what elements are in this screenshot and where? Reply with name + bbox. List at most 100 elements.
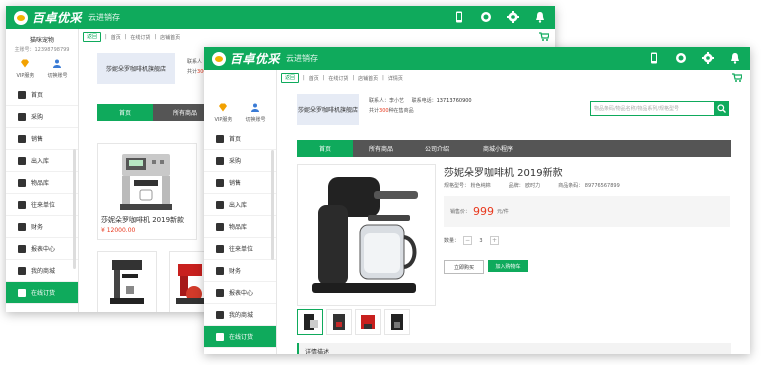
product-brand: 品牌： 欧时力 — [508, 183, 541, 189]
sidebar-item-home[interactable]: 首页 — [6, 84, 78, 106]
breadcrumb-home[interactable]: 首页 — [111, 34, 121, 41]
red-machine-image — [176, 264, 204, 304]
vip-service-button[interactable]: VIP服务 — [17, 59, 34, 79]
sales-icon — [216, 178, 224, 187]
phone-number: 13713760900 — [436, 98, 472, 104]
purchase-icon — [18, 112, 26, 121]
sidebar-item-stock-io[interactable]: 出入库 — [6, 150, 78, 172]
cart-icon[interactable] — [539, 32, 549, 41]
sidebar-item-online-order[interactable]: 在线订货 — [204, 326, 276, 348]
quantity-stepper: 数量： − 3 + — [444, 236, 500, 245]
breadcrumb-home[interactable]: 首页 — [309, 75, 319, 82]
thumbnail[interactable] — [297, 309, 323, 335]
sidebar-menu: 首页 采购 销售 出入库 物品库 往来单位 财务 报表中心 我的商城 在线订货 — [6, 84, 78, 304]
phone-label: 联系电话： — [411, 98, 437, 104]
sidebar-item-label: 往来单位 — [31, 202, 56, 209]
store-logo: 莎妮朵罗咖啡机旗舰店 — [297, 94, 359, 125]
tab-home[interactable]: 首页 — [97, 104, 153, 121]
phone-icon[interactable] — [647, 51, 661, 65]
breadcrumb-sep: | — [382, 75, 384, 81]
gear-icon[interactable] — [506, 10, 520, 24]
contact-person: 联系人：李小艺 — [369, 98, 405, 104]
sidebar: 猫咪宠物 主账号：12398798799 VIP服务 切换账号 首页 采购 销售… — [6, 29, 79, 312]
coffee-machine-image — [120, 154, 172, 210]
sidebar-item-label: 报表中心 — [229, 290, 254, 297]
thumbnail[interactable] — [355, 309, 381, 335]
sidebar-item-finance[interactable]: 财务 — [6, 216, 78, 238]
sidebar-item-stock-io[interactable]: 出入库 — [204, 194, 276, 216]
switch-account-button[interactable]: 切换账号 — [47, 59, 67, 79]
bell-ring-icon[interactable] — [674, 51, 688, 65]
tab-home[interactable]: 首页 — [297, 140, 353, 157]
vip-service-button[interactable]: VIP服务 — [215, 103, 232, 123]
top-bar: 百卓优采 云进销存 — [204, 47, 750, 70]
add-to-cart-button[interactable]: 加入购物车 — [488, 260, 528, 272]
qty-value[interactable]: 3 — [476, 238, 486, 244]
back-button[interactable]: 返回 — [83, 32, 102, 42]
sidebar-item-purchase[interactable]: 采购 — [204, 150, 276, 172]
qty-decrease-button[interactable]: − — [463, 236, 473, 245]
buy-now-button[interactable]: 立即购买 — [444, 260, 484, 274]
qty-increase-button[interactable]: + — [490, 236, 500, 245]
quick-actions: VIP服务 切换账号 — [6, 59, 78, 79]
logo-mark-icon — [14, 10, 28, 25]
sidebar-item-my-mall[interactable]: 我的商城 — [6, 260, 78, 282]
sidebar-item-items[interactable]: 物品库 — [6, 172, 78, 194]
back-button[interactable]: 返回 — [281, 73, 300, 83]
quick-actions: VIP服务 切换账号 — [204, 103, 276, 123]
breadcrumb-store-home[interactable]: 店铺首页 — [358, 75, 378, 82]
thumbnail[interactable] — [326, 309, 352, 335]
sidebar-scrollbar[interactable] — [271, 150, 274, 260]
tab-mini-program[interactable]: 商城小程序 — [465, 140, 531, 157]
search-button[interactable] — [714, 101, 729, 116]
sidebar-item-reports[interactable]: 报表中心 — [204, 282, 276, 304]
breadcrumb-online-order[interactable]: 在线订货 — [328, 75, 348, 82]
report-icon — [216, 288, 224, 297]
switch-label: 切换账号 — [245, 117, 266, 123]
cart-icon[interactable] — [732, 73, 742, 82]
tab-all-products[interactable]: 所有商品 — [353, 140, 409, 157]
thumbnail[interactable] — [384, 309, 410, 335]
sidebar-scrollbar[interactable] — [73, 149, 76, 269]
product-meta: 规格型号： 粉色纯棉 品牌： 欧时力 商品条码： 89776567899 — [444, 182, 620, 189]
breadcrumb: 返回 | 首页 | 在线订货 | 店铺首页 | 详情页 — [277, 70, 750, 86]
contact-row: 联系人：李小艺 联系电话：13713760900 — [369, 96, 472, 106]
brand-logo: 百卓优采 云进销存 — [14, 9, 120, 26]
price-box: 销售价： 999 元/件 — [444, 196, 730, 227]
sidebar-item-items[interactable]: 物品库 — [204, 216, 276, 238]
sidebar-item-purchase[interactable]: 采购 — [6, 106, 78, 128]
breadcrumb-sep: | — [303, 75, 305, 81]
tab-company-intro[interactable]: 公司介绍 — [409, 140, 465, 157]
sidebar-item-home[interactable]: 首页 — [204, 128, 276, 150]
product-card[interactable] — [97, 251, 157, 312]
switch-account-button[interactable]: 切换账号 — [245, 103, 265, 123]
product-card[interactable]: 莎妮朵罗咖啡机 2019新款 ¥ 12000.00 — [97, 143, 197, 240]
sidebar-item-sales[interactable]: 销售 — [204, 172, 276, 194]
sidebar-item-sales[interactable]: 销售 — [6, 128, 78, 150]
breadcrumb-sep: | — [124, 34, 127, 40]
breadcrumb-sep: | — [105, 34, 107, 40]
diamond-icon — [219, 103, 228, 112]
qty-label: 数量： — [444, 238, 460, 244]
store-tabs: 首页 所有商品 公司介绍 商城小程序 — [297, 140, 731, 157]
home-icon — [216, 134, 224, 143]
sidebar-item-my-mall[interactable]: 我的商城 — [204, 304, 276, 326]
sidebar-item-partners[interactable]: 往来单位 — [6, 194, 78, 216]
bell-icon[interactable] — [533, 10, 547, 24]
sidebar-item-reports[interactable]: 报表中心 — [6, 238, 78, 260]
sidebar-item-finance[interactable]: 财务 — [204, 260, 276, 282]
bell-icon[interactable] — [728, 51, 742, 65]
store-header: 莎妮朵罗咖啡机旗舰店 联系人：李小艺 联系电话：13713760900 共计30… — [277, 86, 750, 134]
breadcrumb-sep: | — [322, 75, 325, 81]
bell-ring-icon[interactable] — [479, 10, 493, 24]
partner-icon — [216, 244, 224, 253]
search-input[interactable]: 物品条码/物品名称/物品系列/规格型号 — [590, 101, 717, 116]
sidebar-item-label: 往来单位 — [229, 246, 254, 253]
gear-icon[interactable] — [701, 51, 715, 65]
sidebar-item-label: 销售 — [229, 180, 242, 187]
breadcrumb-online-order[interactable]: 在线订货 — [130, 34, 150, 41]
sidebar-item-label: 采购 — [229, 158, 242, 165]
sidebar-item-online-order[interactable]: 在线订货 — [6, 282, 78, 304]
phone-icon[interactable] — [452, 10, 466, 24]
sidebar-item-partners[interactable]: 往来单位 — [204, 238, 276, 260]
